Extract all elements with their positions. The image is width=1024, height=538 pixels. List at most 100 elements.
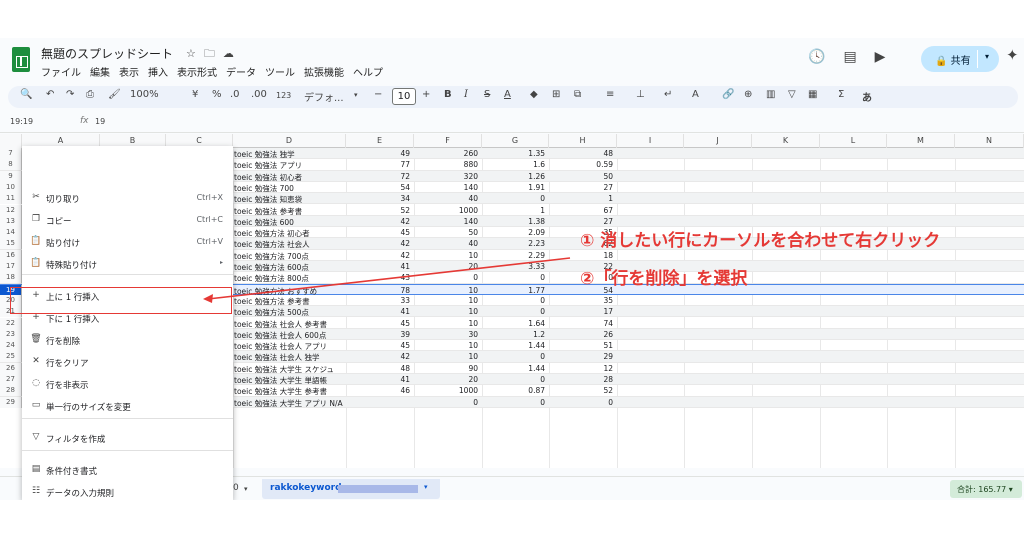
row-number[interactable]: 24 <box>0 340 22 352</box>
row-number[interactable]: 23 <box>0 328 22 340</box>
gemini-icon[interactable]: ✦ <box>1006 46 1019 64</box>
row-number[interactable]: 26 <box>0 362 22 374</box>
context-menu-item[interactable]: ◌ 行を非表示 <box>22 374 233 394</box>
menu-help[interactable]: ヘルプ <box>353 68 383 79</box>
link-icon[interactable]: 🔗 <box>722 89 734 100</box>
context-menu-item[interactable]: ✕ 行をクリア <box>22 352 233 372</box>
row-number[interactable]: 17 <box>0 261 22 272</box>
comment-add-icon[interactable]: ⊕ <box>744 89 752 100</box>
sheet-tab-partial[interactable]: 0 <box>233 483 239 493</box>
context-menu-item[interactable]: ✂ 切り取り Ctrl+X <box>22 188 233 208</box>
cloud-icon[interactable]: ☁ <box>223 47 242 60</box>
search-icon[interactable]: 🔍 <box>20 89 32 100</box>
undo-icon[interactable]: ↶ <box>46 89 54 100</box>
print-icon[interactable]: ⎙ <box>86 89 94 100</box>
redo-icon[interactable]: ↷ <box>66 89 74 100</box>
column-header-h[interactable]: H <box>549 134 617 148</box>
share-button[interactable]: 🔒 共有 ▾ <box>921 46 999 72</box>
align-vertical-icon[interactable]: ⊥ <box>636 89 645 100</box>
tab-dropdown-icon[interactable]: ▾ <box>424 483 428 491</box>
select-all-corner[interactable] <box>0 134 22 148</box>
column-header-l[interactable]: L <box>820 134 887 148</box>
context-menu-item[interactable]: ▽ フィルタを作成 <box>22 428 233 448</box>
column-header-i[interactable]: I <box>617 134 684 148</box>
percent-button[interactable]: % <box>212 89 222 100</box>
align-horizontal-icon[interactable]: ≡ <box>606 89 614 100</box>
history-icon[interactable]: 🕓 <box>808 49 825 65</box>
menu-extensions[interactable]: 拡張機能 <box>304 68 344 79</box>
column-header-m[interactable]: M <box>887 134 955 148</box>
text-wrap-icon[interactable]: ↵ <box>664 89 672 100</box>
formula-input[interactable]: 19 <box>95 117 105 126</box>
font-size-decrease-button[interactable]: − <box>374 89 382 100</box>
name-box[interactable]: 19:19 <box>10 117 33 126</box>
zoom-select[interactable]: 100% <box>130 89 159 100</box>
row-number[interactable]: 11 <box>0 193 22 205</box>
decimal-increase-button[interactable]: .00 <box>251 89 267 100</box>
functions-button[interactable]: Σ <box>838 89 844 100</box>
context-menu-item[interactable]: 🗑 行を削除 <box>22 330 233 350</box>
row-number[interactable]: 13 <box>0 215 22 227</box>
italic-button[interactable]: I <box>464 89 468 100</box>
font-size-increase-button[interactable]: + <box>422 89 430 100</box>
meet-icon[interactable]: ▶ <box>875 49 886 65</box>
merge-cells-icon[interactable]: ⧉ <box>574 89 581 100</box>
row-number[interactable]: 16 <box>0 249 22 261</box>
row-number[interactable]: 8 <box>0 159 22 171</box>
column-header-g[interactable]: G <box>482 134 549 148</box>
column-header-f[interactable]: F <box>414 134 482 148</box>
context-menu-item[interactable]: ▤ 条件付き書式 <box>22 460 233 480</box>
context-menu-item[interactable]: ☷ データの入力規則 <box>22 482 233 500</box>
column-header-n[interactable]: N <box>955 134 1024 148</box>
filter-views-icon[interactable]: ▦ <box>808 89 817 100</box>
sum-indicator[interactable]: 合計: 165.77 ▾ <box>950 480 1022 498</box>
row-number[interactable]: 12 <box>0 204 22 216</box>
document-title[interactable]: 無題のスプレッドシート <box>41 45 173 62</box>
filter-icon[interactable]: ▽ <box>788 89 796 100</box>
context-menu-item[interactable]: ▭ 単一行のサイズを変更 <box>22 396 233 416</box>
font-size-input[interactable]: 10 <box>392 88 416 105</box>
context-menu-item[interactable]: 📋 貼り付け Ctrl+V <box>22 232 233 252</box>
row-number[interactable]: 22 <box>0 317 22 329</box>
menu-insert[interactable]: 挿入 <box>148 68 168 79</box>
column-header-e[interactable]: E <box>346 134 414 148</box>
chart-icon[interactable]: ▥ <box>766 89 775 100</box>
decimal-decrease-button[interactable]: .0 <box>230 89 240 100</box>
font-select[interactable]: デフォ... <box>304 89 344 104</box>
row-number[interactable]: 29 <box>0 396 22 408</box>
currency-icon[interactable]: ¥ <box>192 89 198 100</box>
column-header-k[interactable]: K <box>752 134 820 148</box>
strikethrough-button[interactable]: S <box>484 89 490 100</box>
row-number[interactable]: 25 <box>0 351 22 363</box>
menu-file[interactable]: ファイル <box>41 68 81 79</box>
menu-tools[interactable]: ツール <box>265 68 295 79</box>
context-menu-item[interactable]: ❐ コピー Ctrl+C <box>22 210 233 230</box>
fill-color-icon[interactable]: ◆ <box>530 89 538 100</box>
row-number[interactable]: 14 <box>0 227 22 239</box>
menu-edit[interactable]: 編集 <box>90 68 110 79</box>
row-number[interactable]: 27 <box>0 374 22 385</box>
star-icon[interactable]: ☆ <box>186 47 204 60</box>
input-tools-button[interactable]: あ <box>862 89 872 104</box>
comment-icon[interactable]: ▤ <box>843 49 856 65</box>
row-number[interactable]: 7 <box>0 148 22 159</box>
paint-format-icon[interactable]: 🖌 <box>108 89 121 100</box>
folder-icon[interactable]: 🗀 <box>204 47 223 60</box>
row-number[interactable]: 28 <box>0 385 22 397</box>
sheet-tab-dropdown-icon[interactable]: ▾ <box>244 485 248 493</box>
share-dropdown-icon[interactable]: ▾ <box>985 52 989 61</box>
menu-data[interactable]: データ <box>226 68 256 79</box>
text-color-button[interactable]: A <box>504 89 511 100</box>
row-number[interactable]: 18 <box>0 272 22 284</box>
bold-button[interactable]: B <box>444 89 452 100</box>
row-number[interactable]: 15 <box>0 238 22 250</box>
context-menu-item[interactable]: 📋 特殊貼り付け ▸ <box>22 254 233 274</box>
row-number[interactable]: 10 <box>0 181 22 193</box>
number-format-button[interactable]: 123 <box>276 91 291 100</box>
text-rotation-icon[interactable]: A <box>692 89 699 100</box>
menu-format[interactable]: 表示形式 <box>177 68 217 79</box>
column-header-d[interactable]: D <box>233 134 346 148</box>
sheets-logo-icon[interactable] <box>12 47 30 72</box>
borders-icon[interactable]: ⊞ <box>552 89 560 100</box>
row-number[interactable]: 9 <box>0 170 22 182</box>
